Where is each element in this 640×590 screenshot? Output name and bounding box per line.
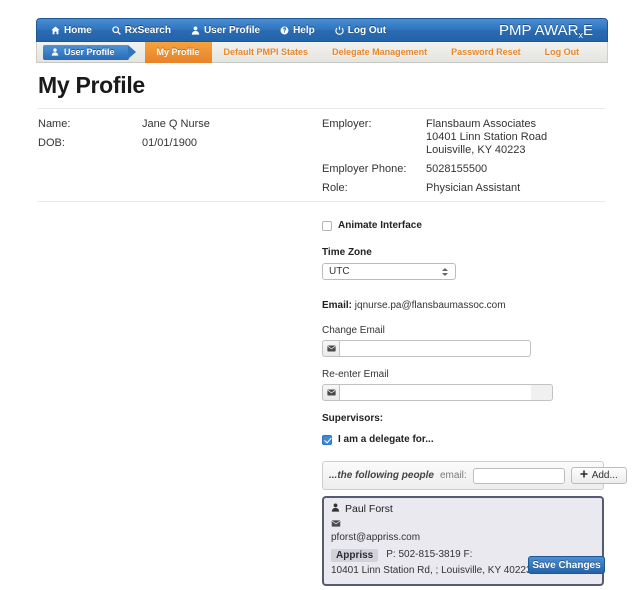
envelope-icon [331, 518, 595, 530]
user-icon [191, 25, 200, 35]
employer-line-1: Flansbaum Associates [426, 118, 537, 130]
help-circle-icon: ? [280, 26, 289, 35]
profile-dob-label: DOB: [38, 137, 65, 149]
reenter-email-validation-slot [531, 384, 553, 401]
add-delegate-row: ...the following people email: Add... [323, 462, 627, 489]
main-navbar: Home RxSearch User Profile ? Help Log Ou… [36, 18, 608, 42]
user-icon [51, 47, 60, 57]
supervisors-heading: Supervisors: [322, 413, 384, 424]
page-title: My Profile [38, 72, 145, 98]
select-arrows-icon [442, 267, 448, 276]
delegate-card-email: pforst@appriss.com [331, 532, 421, 543]
save-changes-button[interactable]: Save Changes [528, 556, 605, 574]
nav-item-home-label: Home [64, 24, 92, 36]
tab-my-profile[interactable]: My Profile [144, 41, 212, 63]
nav-item-help[interactable]: ? Help [270, 19, 325, 41]
brand-logo: PMP AWARxE [499, 21, 607, 40]
nav-item-help-label: Help [293, 24, 315, 36]
profile-employer-value: Flansbaum Associates 10401 Linn Station … [426, 118, 547, 157]
user-icon [331, 503, 340, 515]
profile-role-row: Role: Physician Assistant [322, 182, 547, 195]
brand-subscript: x [578, 29, 583, 40]
delegate-card-name: Paul Forst [345, 503, 393, 515]
profile-info-right: Employer: Flansbaum Associates 10401 Lin… [322, 118, 547, 201]
timezone-select[interactable]: UTC [322, 263, 456, 280]
home-icon [51, 26, 60, 35]
profile-info-left: Name: Jane Q Nurse DOB: 01/01/1900 [38, 118, 210, 156]
nav-item-log-out-label: Log Out [347, 24, 387, 36]
nav-item-log-out[interactable]: Log Out [325, 19, 396, 41]
delegate-for-row[interactable]: I am a delegate for... [322, 434, 612, 445]
change-email-group [322, 340, 612, 357]
nav-item-rxsearch-label: RxSearch [124, 24, 171, 36]
current-email-line: Email: jqnurse.pa@flansbaumassoc.com [322, 300, 612, 311]
tab-default-pmpi-states[interactable]: Default PMPI States [212, 42, 321, 63]
profile-name-label: Name: [38, 118, 71, 130]
add-delegate-panel: ...the following people email: Add... [322, 461, 627, 490]
animate-interface-label: Animate Interface [338, 220, 422, 231]
current-email-value: jqnurse.pa@flansbaumassoc.com [354, 300, 506, 311]
profile-name-row: Name: Jane Q Nurse [38, 118, 210, 131]
profile-phone-label: Employer Phone: [322, 163, 407, 175]
plus-icon [580, 470, 588, 481]
timezone-selected-value: UTC [329, 266, 350, 277]
current-email-prefix: Email: [322, 300, 353, 311]
profile-dob-value: 01/01/1900 [142, 137, 198, 149]
tab-delegate-management[interactable]: Delegate Management [320, 42, 439, 63]
page-root: Home RxSearch User Profile ? Help Log Ou… [0, 0, 640, 590]
profile-form: Animate Interface Time Zone UTC Email: j… [322, 220, 627, 586]
nav-item-user-profile-label: User Profile [203, 24, 261, 36]
delegate-card-organization: Appriss [331, 548, 379, 562]
following-people-label: ...the following people [329, 470, 434, 481]
nav-item-user-profile[interactable]: User Profile [181, 19, 270, 41]
profile-role-label: Role: [322, 182, 348, 194]
delegate-card-name-row: Paul Forst [331, 503, 595, 515]
secondary-tab-bar: User Profile My Profile Default PMPI Sta… [36, 41, 608, 63]
divider-middle [38, 201, 605, 202]
tab-password-reset[interactable]: Password Reset [439, 42, 533, 63]
employer-line-3: Louisville, KY 40223 [426, 144, 526, 156]
envelope-icon [322, 384, 339, 401]
brand-text-tail: E [582, 21, 593, 39]
power-icon [335, 25, 344, 35]
nav-item-rxsearch[interactable]: RxSearch [102, 19, 181, 41]
svg-text:?: ? [283, 28, 287, 34]
profile-dob-row: DOB: 01/01/1900 [38, 137, 210, 150]
reenter-email-group [322, 384, 612, 401]
add-delegate-button[interactable]: Add... [570, 467, 627, 484]
employer-line-2: 10401 Linn Station Road [426, 131, 548, 143]
profile-phone-value: 5028155500 [426, 163, 488, 175]
brand-text: PMP AWAR [499, 21, 579, 39]
section-pill-user-profile: User Profile [43, 44, 136, 60]
change-email-label: Change Email [322, 325, 385, 336]
profile-phone-row: Employer Phone: 5028155500 [322, 163, 547, 176]
animate-interface-checkbox[interactable] [322, 220, 332, 231]
delegate-email-label: email: [440, 470, 467, 481]
timezone-label: Time Zone [322, 247, 372, 258]
delegate-for-label: I am a delegate for... [338, 434, 434, 445]
section-pill-label: User Profile [64, 47, 115, 57]
profile-employer-row: Employer: Flansbaum Associates 10401 Lin… [322, 118, 547, 157]
delegate-card-phone: P: 502-815-3819 F: [386, 549, 473, 560]
animate-interface-row[interactable]: Animate Interface [322, 220, 612, 231]
profile-name-value: Jane Q Nurse [142, 118, 210, 130]
profile-role-value: Physician Assistant [426, 182, 521, 194]
envelope-icon [322, 340, 339, 357]
divider-top [38, 108, 605, 109]
tab-log-out[interactable]: Log Out [533, 42, 592, 63]
search-icon [112, 25, 121, 35]
add-delegate-button-label: Add... [591, 470, 618, 481]
profile-employer-label: Employer: [322, 118, 372, 130]
delegate-email-input[interactable] [472, 467, 565, 484]
nav-item-home[interactable]: Home [37, 19, 102, 41]
delegate-for-checkbox[interactable] [322, 434, 332, 445]
reenter-email-label: Re-enter Email [322, 369, 389, 380]
reenter-email-input[interactable] [339, 384, 531, 401]
change-email-input[interactable] [339, 340, 531, 357]
